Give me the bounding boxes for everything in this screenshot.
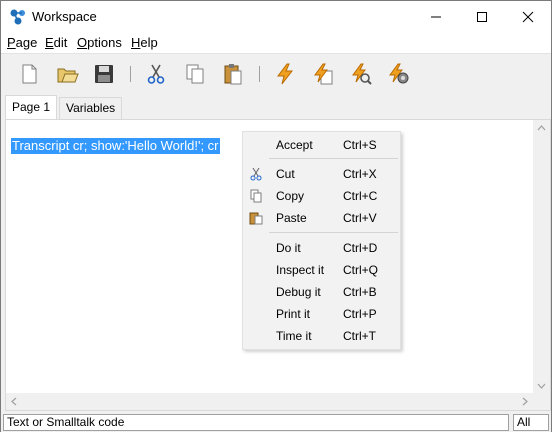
menu-item-shortcut: Ctrl+B bbox=[343, 285, 377, 299]
status-mode: All bbox=[513, 414, 549, 431]
title-bar[interactable]: Workspace bbox=[1, 1, 551, 32]
menu-item-label: Accept bbox=[276, 138, 313, 152]
tab-strip: Page 1 Variables bbox=[1, 93, 551, 119]
status-bar: Text or Smalltalk code All bbox=[1, 413, 551, 432]
scroll-up-icon[interactable] bbox=[533, 120, 550, 137]
menu-item-copy[interactable]: Copy Ctrl+C bbox=[243, 185, 400, 207]
toolbar-separator bbox=[259, 66, 260, 82]
toolbar-separator bbox=[130, 66, 131, 82]
cut-icon bbox=[250, 167, 262, 181]
paste-icon bbox=[249, 212, 263, 225]
save-button[interactable] bbox=[92, 62, 116, 86]
vertical-scrollbar[interactable] bbox=[533, 120, 550, 394]
copy-icon bbox=[186, 64, 204, 84]
app-logo-icon bbox=[9, 8, 27, 26]
tab-variables[interactable]: Variables bbox=[59, 97, 123, 119]
menu-item-label: Paste bbox=[276, 211, 307, 225]
menu-item-debug-it[interactable]: Debug it Ctrl+B bbox=[243, 281, 400, 303]
time-it-button[interactable] bbox=[387, 62, 411, 86]
window-title: Workspace bbox=[32, 9, 97, 24]
menu-item-label: Time it bbox=[276, 329, 312, 343]
menu-help[interactable]: Help bbox=[131, 35, 158, 50]
inspect-it-icon bbox=[314, 63, 333, 85]
menu-item-label: Inspect it bbox=[276, 263, 325, 277]
new-button[interactable] bbox=[17, 62, 41, 86]
menu-item-shortcut: Ctrl+T bbox=[343, 329, 376, 343]
menu-item-label: Cut bbox=[276, 167, 295, 181]
scroll-right-icon[interactable] bbox=[516, 393, 533, 410]
menu-item-paste[interactable]: Paste Ctrl+V bbox=[243, 207, 400, 229]
new-icon bbox=[22, 64, 37, 84]
menu-item-cut[interactable]: Cut Ctrl+X bbox=[243, 163, 400, 185]
menu-separator bbox=[269, 158, 398, 159]
copy-icon bbox=[250, 189, 262, 203]
scroll-down-icon[interactable] bbox=[533, 377, 550, 394]
menu-edit[interactable]: Edit bbox=[45, 35, 67, 50]
menu-item-label: Do it bbox=[276, 241, 301, 255]
menu-item-shortcut: Ctrl+S bbox=[343, 138, 377, 152]
menu-item-shortcut: Ctrl+P bbox=[343, 307, 377, 321]
toolbar bbox=[1, 53, 551, 93]
menu-options[interactable]: Options bbox=[77, 35, 122, 50]
inspect-it-button[interactable] bbox=[311, 62, 335, 86]
maximize-icon bbox=[477, 12, 487, 22]
paste-icon bbox=[224, 64, 242, 85]
minimize-icon bbox=[431, 16, 441, 18]
context-menu: Accept Ctrl+S Cut Ctrl+X Copy Ctrl+C Pas… bbox=[242, 131, 401, 350]
menu-item-inspect-it[interactable]: Inspect it Ctrl+Q bbox=[243, 259, 400, 281]
menu-item-print-it[interactable]: Print it Ctrl+P bbox=[243, 303, 400, 325]
horizontal-scrollbar[interactable] bbox=[6, 393, 533, 410]
menu-item-shortcut: Ctrl+X bbox=[343, 167, 377, 181]
menu-item-label: Debug it bbox=[276, 285, 321, 299]
menu-item-shortcut: Ctrl+D bbox=[343, 241, 378, 255]
minimize-button[interactable] bbox=[413, 1, 459, 32]
menu-item-shortcut: Ctrl+C bbox=[343, 189, 378, 203]
debug-it-icon bbox=[352, 63, 372, 85]
status-text: Text or Smalltalk code bbox=[3, 414, 509, 431]
paste-button[interactable] bbox=[221, 62, 245, 86]
cut-icon bbox=[147, 64, 165, 84]
close-icon bbox=[522, 11, 534, 23]
menu-item-shortcut: Ctrl+Q bbox=[343, 263, 379, 277]
maximize-button[interactable] bbox=[459, 1, 505, 32]
menu-separator bbox=[269, 232, 398, 233]
open-icon bbox=[57, 68, 79, 83]
scrollbar-corner bbox=[533, 393, 550, 410]
open-button[interactable] bbox=[55, 62, 79, 86]
debug-it-button[interactable] bbox=[349, 62, 373, 86]
close-button[interactable] bbox=[505, 1, 551, 32]
menu-bar: Page Edit Options Help bbox=[1, 32, 551, 53]
copy-button[interactable] bbox=[183, 62, 207, 86]
save-icon bbox=[95, 65, 113, 83]
selected-code-text[interactable]: Transcript cr; show:'Hello World!'; cr bbox=[11, 138, 220, 154]
menu-item-shortcut: Ctrl+V bbox=[343, 211, 377, 225]
do-it-button[interactable] bbox=[273, 62, 297, 86]
menu-item-do-it[interactable]: Do it Ctrl+D bbox=[243, 237, 400, 259]
menu-item-accept[interactable]: Accept Ctrl+S bbox=[243, 134, 400, 156]
menu-item-label: Print it bbox=[276, 307, 311, 321]
menu-page[interactable]: Page bbox=[7, 35, 37, 50]
tab-page-1[interactable]: Page 1 bbox=[5, 95, 58, 119]
scroll-left-icon[interactable] bbox=[6, 393, 23, 410]
menu-item-label: Copy bbox=[276, 189, 305, 203]
menu-item-time-it[interactable]: Time it Ctrl+T bbox=[243, 325, 400, 347]
cut-button[interactable] bbox=[144, 62, 168, 86]
time-it-icon bbox=[389, 63, 409, 84]
do-it-icon bbox=[277, 63, 294, 85]
